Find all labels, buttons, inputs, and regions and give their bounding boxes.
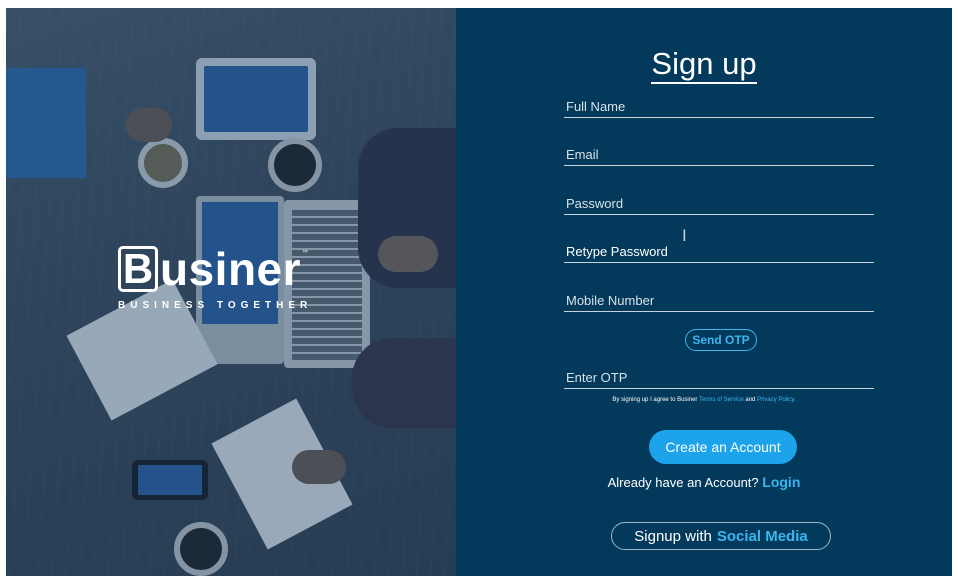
terms-prefix: By signing up I agree to Businer bbox=[612, 397, 698, 403]
hero-photo-panel: B usiner ™ BUSINESS TOGETHER bbox=[6, 8, 456, 576]
password-input[interactable] bbox=[564, 193, 874, 214]
logo-wordmark: usiner bbox=[160, 243, 302, 295]
logo-letter-box: B bbox=[118, 246, 158, 292]
otp-field bbox=[564, 367, 874, 389]
privacy-policy-link[interactable]: Privacy Policy. bbox=[757, 397, 796, 403]
signup-form-panel: Sign up I Send OTP By signing up I agree… bbox=[456, 8, 952, 576]
already-have-account-text: Already have an Account? bbox=[607, 475, 759, 490]
terms-notice: By signing up I agree to Businer Terms o… bbox=[456, 397, 952, 403]
email-input[interactable] bbox=[564, 144, 874, 165]
retype-password-input[interactable] bbox=[564, 241, 874, 262]
terms-and: and bbox=[745, 397, 756, 403]
full-name-field bbox=[564, 96, 874, 118]
page-title: Sign up bbox=[456, 46, 952, 84]
retype-password-field bbox=[564, 241, 874, 263]
mobile-number-field bbox=[564, 290, 874, 312]
otp-input[interactable] bbox=[564, 367, 874, 388]
send-otp-button[interactable]: Send OTP bbox=[685, 329, 757, 351]
trademark-symbol: ™ bbox=[302, 250, 309, 256]
mobile-number-input[interactable] bbox=[564, 290, 874, 311]
logo-tagline: BUSINESS TOGETHER bbox=[118, 300, 313, 311]
login-prompt: Already have an Account? Login bbox=[456, 474, 952, 490]
social-signup-button[interactable]: Signup with Social Media bbox=[611, 522, 831, 550]
full-name-input[interactable] bbox=[564, 96, 874, 117]
signup-page: B usiner ™ BUSINESS TOGETHER Sign up I S… bbox=[6, 8, 952, 576]
terms-of-service-link[interactable]: Terms of Service bbox=[699, 397, 744, 403]
create-account-button[interactable]: Create an Account bbox=[649, 430, 797, 464]
title-text: Sign up bbox=[651, 46, 757, 84]
social-media-label: Social Media bbox=[716, 527, 808, 545]
password-field bbox=[564, 193, 874, 215]
login-link[interactable]: Login bbox=[762, 474, 800, 490]
email-field bbox=[564, 144, 874, 166]
businer-logo: B usiner ™ BUSINESS TOGETHER bbox=[118, 246, 348, 311]
social-signup-prefix: Signup with bbox=[634, 527, 712, 545]
